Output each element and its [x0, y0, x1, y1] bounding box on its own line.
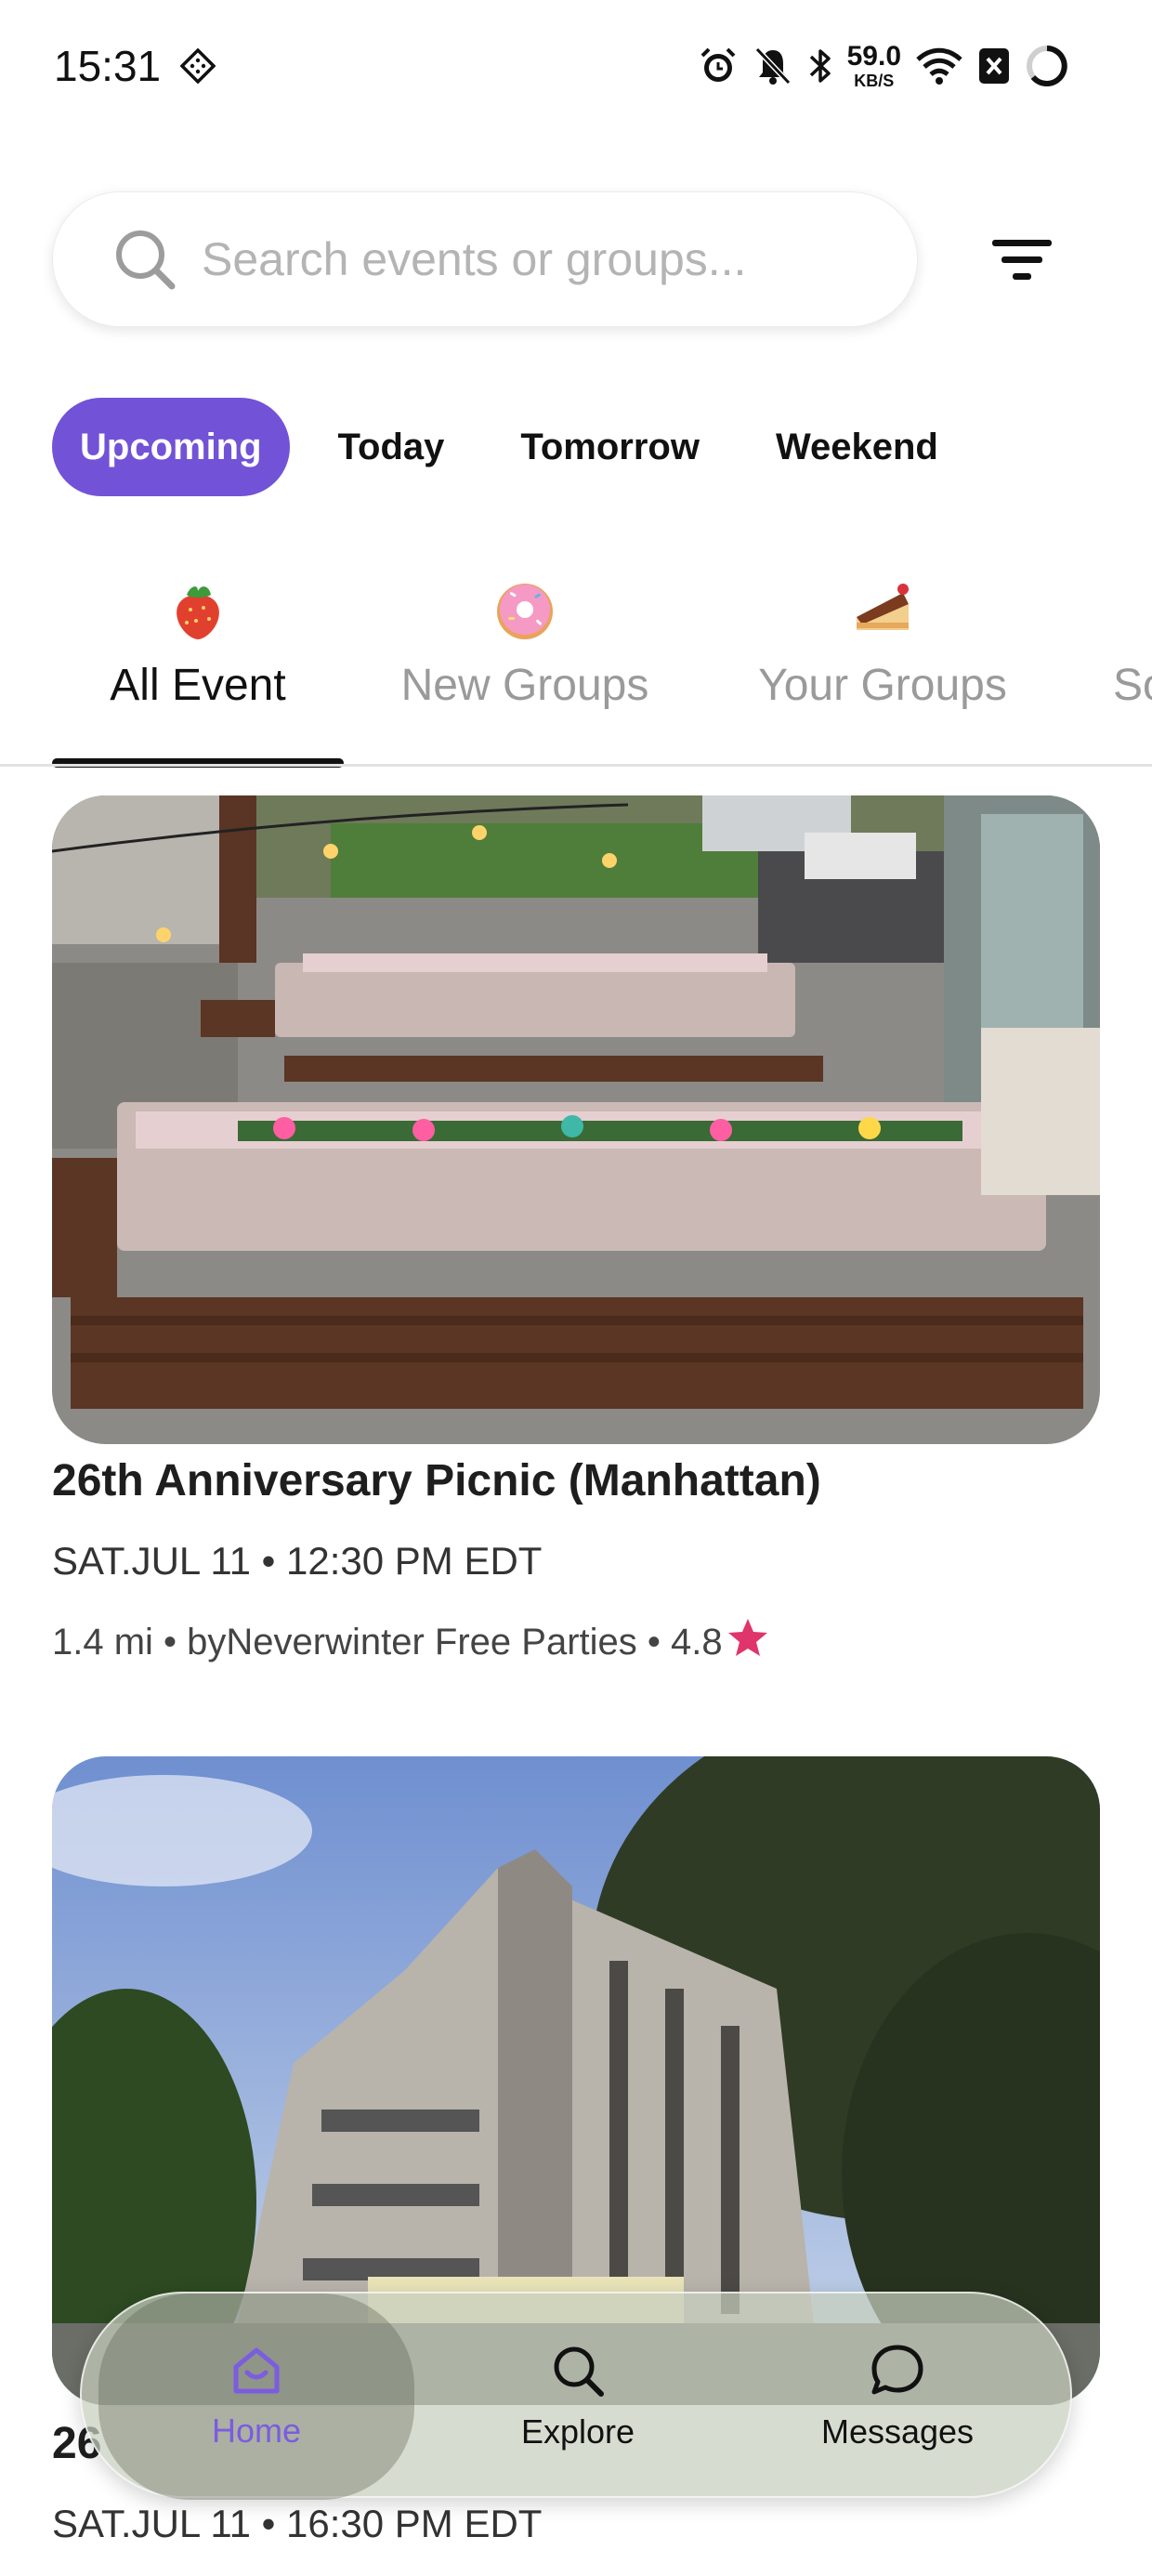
bottom-navigation: Home Explore Messages [80, 2292, 1072, 2500]
chip-upcoming[interactable]: Upcoming [52, 398, 290, 496]
event-image-picnic[interactable] [52, 795, 1100, 1444]
status-time: 15:31 [54, 42, 162, 90]
nav-home[interactable]: Home [98, 2293, 414, 2500]
star-icon [727, 1617, 769, 1667]
nav-explore[interactable]: Explore [420, 2293, 736, 2500]
nav-messages-label: Messages [820, 2412, 975, 2451]
event-title[interactable]: 26th Anniversary Picnic (Manhattan) [52, 1455, 821, 1506]
meta-separator: • [152, 1621, 188, 1663]
tab-new-groups[interactable]: New Groups [381, 558, 669, 711]
search-icon [116, 230, 176, 290]
cake-slice-icon [849, 576, 916, 643]
search-input[interactable] [202, 232, 852, 286]
chat-bubble-icon [871, 2345, 923, 2395]
battery-ring-icon [1024, 43, 1070, 89]
tab-divider [0, 764, 1152, 767]
nav-messages[interactable]: Messages [740, 2293, 1055, 2500]
alarm-icon [697, 45, 740, 87]
filter-icon [992, 240, 1052, 280]
chip-weekend[interactable]: Weekend [748, 398, 966, 496]
tab-partial-label: So [1113, 661, 1152, 710]
chip-tomorrow[interactable]: Tomorrow [492, 398, 727, 496]
bell-off-icon [753, 45, 793, 87]
tab-all-event-label: All Event [110, 661, 286, 710]
tab-your-groups[interactable]: Your Groups [743, 558, 1022, 711]
event-distance: 1.4 mi [52, 1621, 153, 1663]
network-speed-value: 59.0 [846, 41, 901, 72]
diamond-grid-icon [179, 47, 216, 85]
tab-all-event[interactable]: All Event [52, 558, 344, 711]
nav-explore-label: Explore [520, 2412, 635, 2451]
strawberry-icon [164, 576, 231, 643]
donut-icon [491, 576, 558, 643]
tab-your-groups-label: Your Groups [758, 661, 1007, 710]
meta-separator: • [636, 1621, 672, 1663]
filter-button[interactable] [985, 232, 1059, 288]
event-meta: 1.4 mi • byNeverwinter Free Parties • 4.… [52, 1617, 769, 1667]
status-bar: 15:31 59.0 KB/S [0, 0, 1152, 139]
wifi-icon [914, 46, 964, 86]
chip-today[interactable]: Today [310, 398, 473, 496]
event-rating: 4.8 [671, 1621, 723, 1663]
event-organizer[interactable]: byNeverwinter Free Parties [187, 1622, 637, 1663]
category-tabs: All Event New Groups Your Groups So [0, 558, 1152, 768]
nav-home-label: Home [211, 2412, 302, 2450]
tab-new-groups-label: New Groups [400, 661, 649, 710]
bluetooth-icon [806, 45, 834, 87]
event-date: SAT.JUL 11 • 12:30 PM EDT [52, 1539, 543, 1583]
status-icons: 59.0 KB/S [697, 41, 1070, 91]
search-bar[interactable] [52, 191, 918, 327]
battery-saver-icon [977, 46, 1011, 85]
network-speed-unit: KB/S [854, 72, 895, 90]
network-speed: 59.0 KB/S [846, 41, 901, 90]
home-icon [233, 2347, 280, 2394]
search-icon [554, 2346, 604, 2397]
event-date: SAT.JUL 11 • 16:30 PM EDT [52, 2502, 543, 2545]
time-filter-chips: Upcoming Today Tomorrow Weekend [52, 398, 987, 496]
tab-partial[interactable]: So [1113, 558, 1152, 711]
